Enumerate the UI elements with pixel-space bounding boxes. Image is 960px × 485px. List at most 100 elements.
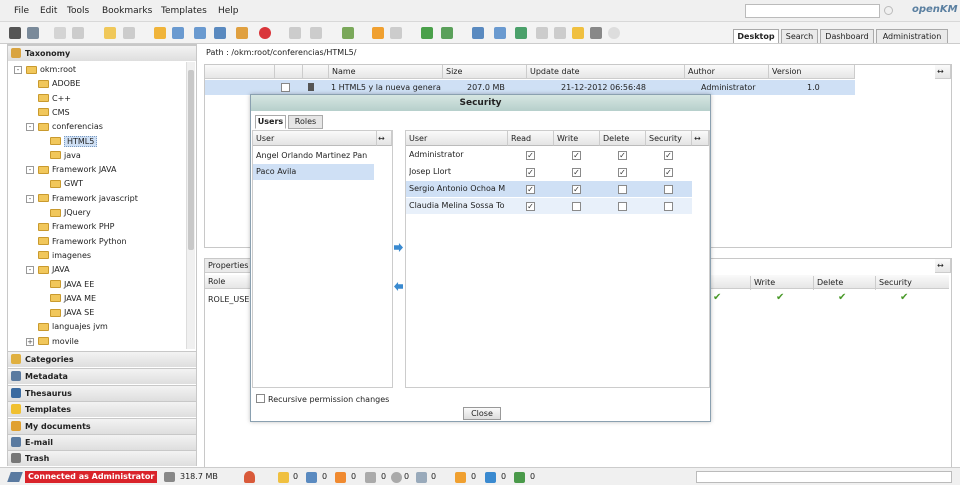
thesaurus-header[interactable]: Thesaurus bbox=[8, 385, 196, 401]
menu-edit[interactable]: Edit bbox=[40, 6, 57, 16]
new-folder-icon[interactable] bbox=[154, 27, 166, 39]
collapse-icon[interactable]: - bbox=[26, 123, 34, 132]
file-row[interactable]: 1 HTML5 y la nueva genera 207.0 MB 21-12… bbox=[205, 80, 855, 95]
scrollbar-thumb[interactable] bbox=[188, 70, 194, 250]
edit-property-group-icon[interactable] bbox=[494, 27, 506, 39]
permission-checkbox[interactable]: ✓ bbox=[618, 168, 627, 177]
tree-node[interactable]: imagenes bbox=[38, 251, 91, 261]
permission-checkbox[interactable]: ✓ bbox=[526, 151, 535, 160]
tree-node[interactable]: ADOBE bbox=[38, 79, 80, 89]
tree-node[interactable]: CMS bbox=[38, 108, 70, 118]
recursive-checkbox[interactable] bbox=[256, 394, 265, 403]
tree-node[interactable]: Framework PHP bbox=[38, 222, 115, 232]
permission-checkbox[interactable] bbox=[664, 202, 673, 211]
menu-file[interactable]: File bbox=[14, 6, 29, 16]
folder-refresh-icon[interactable] bbox=[27, 27, 39, 39]
permission-checkbox[interactable]: ✓ bbox=[526, 202, 535, 211]
grid-header-delete[interactable]: Delete bbox=[600, 131, 646, 146]
taxonomy-header[interactable]: Taxonomy bbox=[8, 45, 196, 61]
cancel-icon[interactable] bbox=[259, 27, 271, 39]
subscribed-docs-icon[interactable] bbox=[335, 472, 346, 483]
tree-node[interactable]: JAVA EE bbox=[50, 280, 94, 290]
permission-checkbox[interactable]: ✓ bbox=[572, 185, 581, 194]
bookmark-icon[interactable] bbox=[572, 27, 584, 39]
mail-icon[interactable] bbox=[485, 472, 496, 483]
granted-user-row[interactable]: Sergio Antonio Ochoa M bbox=[406, 181, 692, 197]
close-button[interactable]: Close bbox=[463, 407, 501, 420]
expand-icon[interactable]: ↔ bbox=[692, 131, 709, 146]
col-author[interactable]: Author bbox=[685, 65, 769, 79]
grid-header-read[interactable]: Read bbox=[508, 131, 554, 146]
workflow-icon[interactable] bbox=[515, 27, 527, 39]
tree-node[interactable]: movile bbox=[38, 337, 79, 347]
tree-node[interactable]: Framework JAVA bbox=[38, 165, 116, 175]
tab-administration[interactable]: Administration bbox=[876, 29, 948, 43]
tree-node[interactable]: JQuery bbox=[50, 208, 91, 218]
workflow-tasks-icon[interactable] bbox=[391, 472, 402, 483]
lock-icon[interactable] bbox=[104, 27, 116, 39]
grid-header-security[interactable]: Security bbox=[646, 131, 692, 146]
copy-icon[interactable] bbox=[289, 27, 301, 39]
menu-templates[interactable]: Templates bbox=[161, 6, 207, 16]
checkin-icon[interactable] bbox=[236, 27, 248, 39]
tree-node[interactable]: JAVA SE bbox=[50, 308, 94, 318]
granted-user-row[interactable]: Josep Llort bbox=[406, 164, 692, 180]
collapse-icon[interactable]: - bbox=[26, 166, 34, 175]
file-name[interactable]: 1 HTML5 y la nueva genera bbox=[331, 83, 441, 92]
edit-document-icon[interactable] bbox=[194, 27, 206, 39]
tab-search[interactable]: Search bbox=[781, 29, 818, 43]
available-user-row[interactable]: Paco Avila bbox=[253, 164, 374, 180]
uploader-icon[interactable] bbox=[608, 27, 620, 39]
col-size[interactable]: Size bbox=[443, 65, 527, 79]
tree-node[interactable]: languajes jvm bbox=[38, 322, 108, 332]
email-header[interactable]: E-mail bbox=[8, 434, 196, 450]
subscribed-folders-icon[interactable] bbox=[365, 472, 376, 483]
granted-user-row[interactable]: Administrator bbox=[406, 147, 692, 163]
tree-node[interactable]: GWT bbox=[50, 179, 83, 189]
col-name[interactable]: Name bbox=[329, 65, 443, 79]
grid-header-user[interactable]: User bbox=[406, 131, 508, 146]
home-icon[interactable] bbox=[441, 27, 453, 39]
tree-node[interactable]: java bbox=[50, 151, 81, 161]
templates-header[interactable]: Templates bbox=[8, 401, 196, 417]
gear-icon[interactable] bbox=[342, 27, 354, 39]
tree-icon[interactable] bbox=[9, 27, 21, 39]
download-icon[interactable] bbox=[372, 27, 384, 39]
menu-tools[interactable]: Tools bbox=[67, 6, 89, 16]
user-icon[interactable] bbox=[244, 471, 255, 483]
proposed-docs-icon[interactable] bbox=[416, 472, 427, 483]
move-icon[interactable] bbox=[310, 27, 322, 39]
unsubscribe-icon[interactable] bbox=[554, 27, 566, 39]
permission-checkbox[interactable]: ✓ bbox=[572, 151, 581, 160]
locked-docs-icon[interactable] bbox=[278, 472, 289, 483]
checkout-docs-icon[interactable] bbox=[306, 472, 317, 483]
permission-checkbox[interactable]: ✓ bbox=[664, 151, 673, 160]
expand-icon[interactable]: ↔ bbox=[935, 259, 951, 273]
user-header[interactable]: User bbox=[253, 131, 377, 146]
menu-bookmarks[interactable]: Bookmarks bbox=[102, 6, 152, 16]
tree-node[interactable]: HTML5 bbox=[50, 135, 98, 147]
collapse-icon[interactable]: - bbox=[14, 66, 22, 74]
expand-icon[interactable]: ↔ bbox=[377, 131, 392, 146]
add-document-icon[interactable] bbox=[172, 27, 184, 39]
checkout-icon[interactable] bbox=[214, 27, 226, 39]
export-icon[interactable] bbox=[390, 27, 402, 39]
tab-dashboard[interactable]: Dashboard bbox=[820, 29, 874, 43]
categories-header[interactable]: Categories bbox=[8, 351, 196, 367]
permission-checkbox[interactable]: ✓ bbox=[526, 168, 535, 177]
expand-icon[interactable]: ↔ bbox=[935, 65, 951, 79]
col-update-date[interactable]: Update date bbox=[527, 65, 685, 79]
permission-checkbox[interactable] bbox=[572, 202, 581, 211]
metadata-header[interactable]: Metadata bbox=[8, 368, 196, 384]
tree-node[interactable]: JAVA ME bbox=[50, 294, 96, 304]
grid-header-write[interactable]: Write bbox=[554, 131, 600, 146]
add-arrow-icon[interactable] bbox=[394, 243, 403, 252]
permission-checkbox[interactable]: ✓ bbox=[526, 185, 535, 194]
collapse-icon[interactable]: - bbox=[26, 266, 34, 275]
menu-help[interactable]: Help bbox=[218, 6, 239, 16]
trash-header[interactable]: Trash bbox=[8, 450, 196, 466]
tree-node[interactable]: Framework Python bbox=[38, 237, 127, 247]
print-icon[interactable] bbox=[72, 27, 84, 39]
tab-users[interactable]: Users bbox=[255, 115, 286, 129]
collapse-icon[interactable]: - bbox=[26, 194, 34, 203]
